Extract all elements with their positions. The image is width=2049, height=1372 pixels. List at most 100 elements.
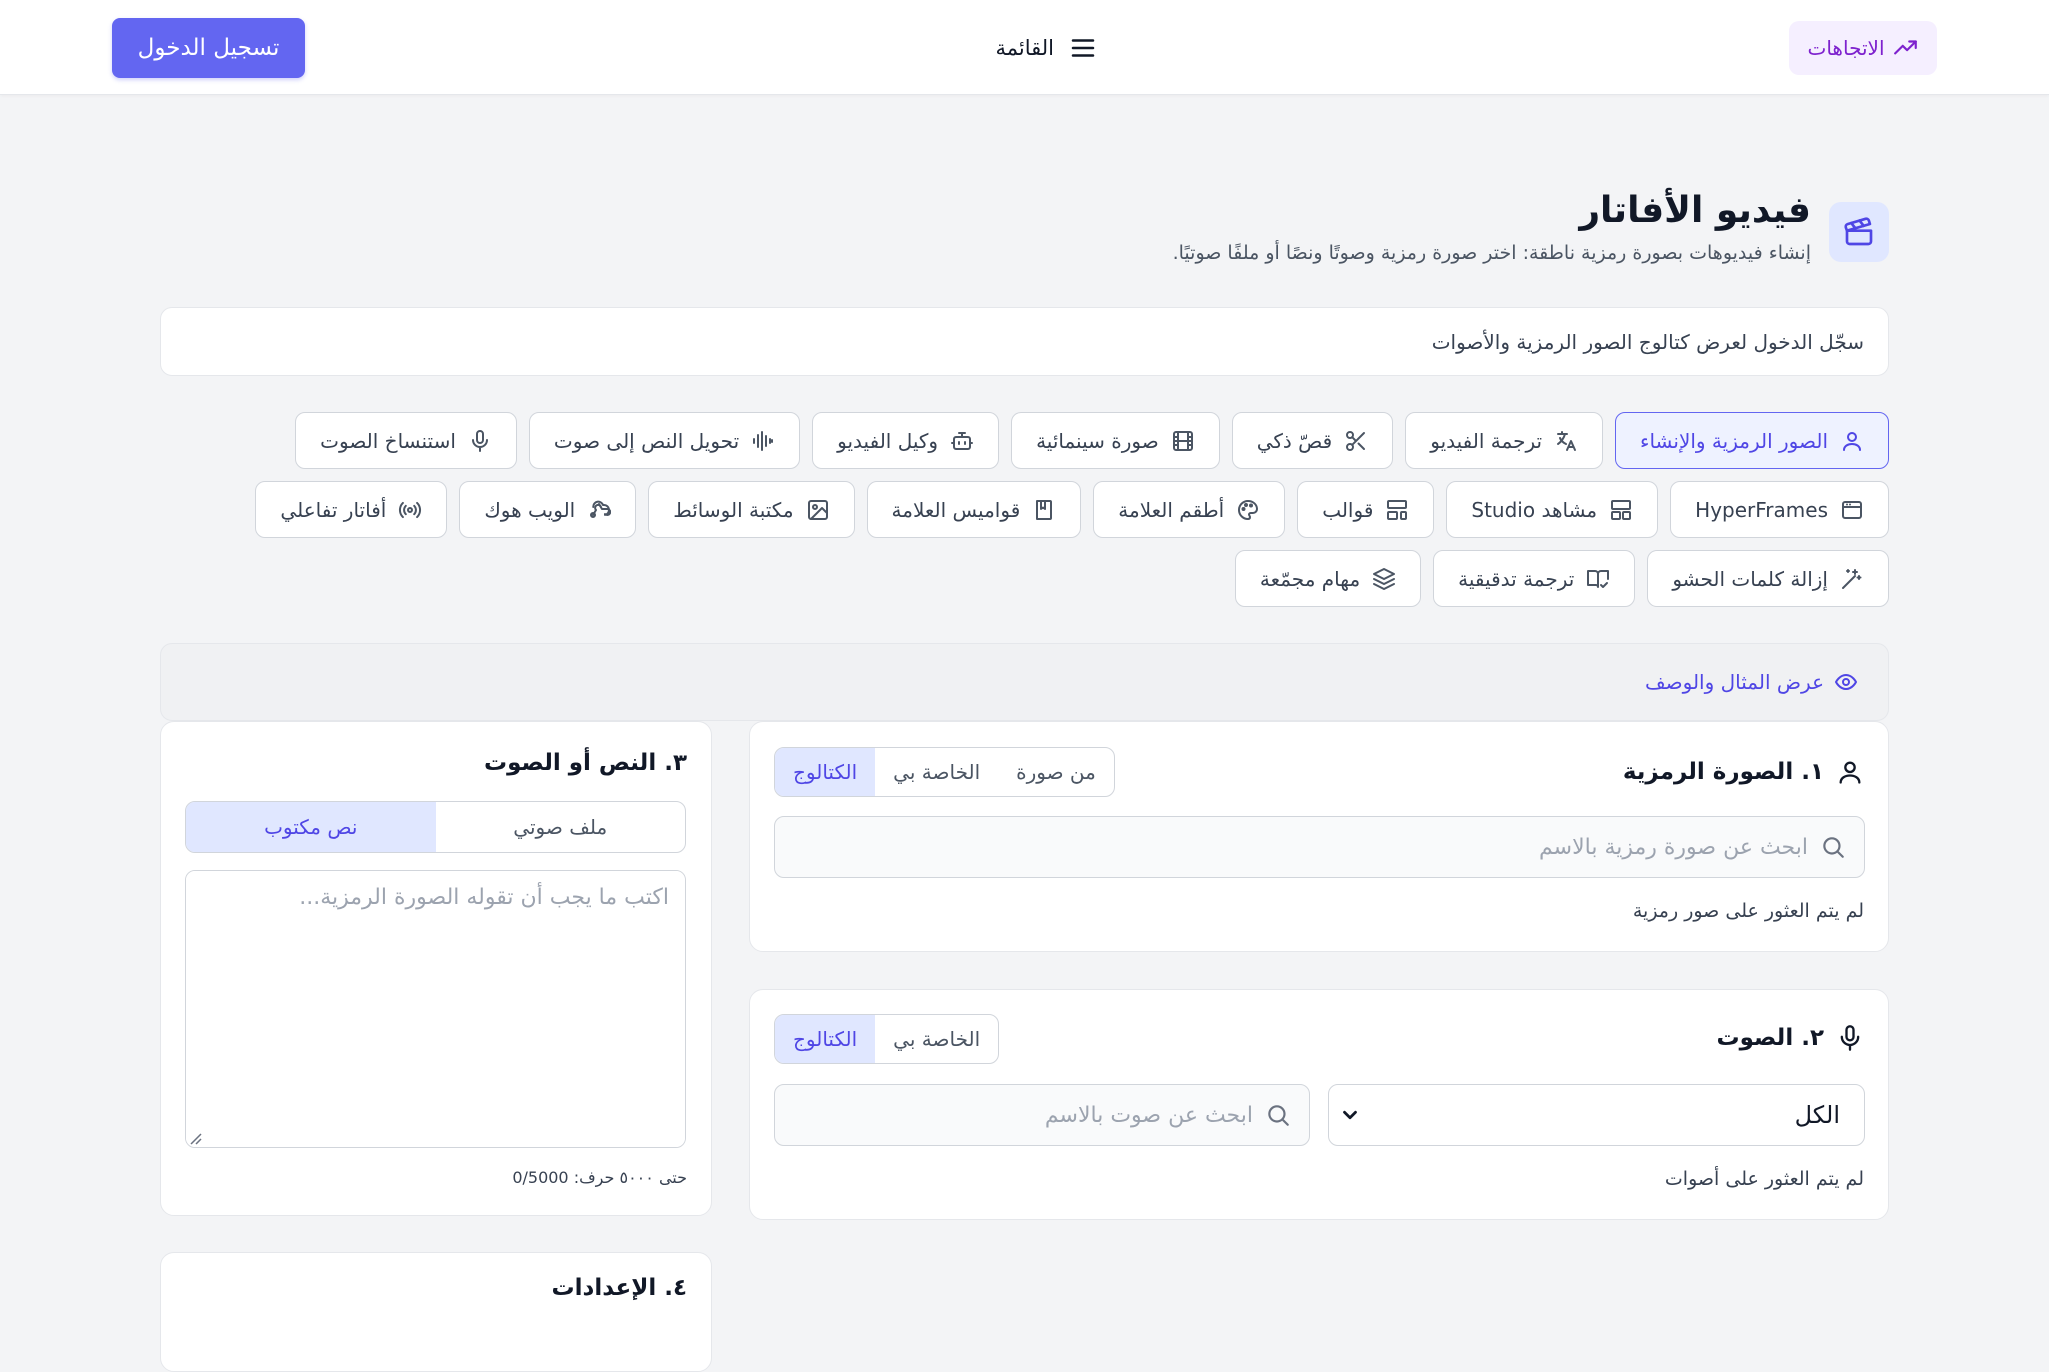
- scissors-icon: [1344, 429, 1368, 453]
- book-icon: [1032, 498, 1056, 522]
- tab-label: HyperFrames: [1695, 497, 1828, 522]
- eye-icon: [1834, 670, 1858, 694]
- tab-row1-1[interactable]: ترجمة الفيديو: [1405, 412, 1604, 469]
- palette-icon: [1236, 498, 1260, 522]
- tab-label: الصور الرمزية والإنشاء: [1640, 428, 1828, 453]
- avatar-source-tabs: من صورة الخاصة بي الكتالوج: [774, 747, 1115, 797]
- tabs-row-2: HyperFrames مشاهد Studio قوالب أطقم العلامة…: [255, 481, 1889, 538]
- book-check-icon: [1586, 567, 1610, 591]
- page-title: فيديو الأفاتار: [1579, 190, 1811, 231]
- voice-search-box: [774, 1084, 1310, 1146]
- tab-label: إزالة كلمات الحشو: [1672, 566, 1828, 591]
- bot-icon: [950, 429, 974, 453]
- tab-label: قصّ ذكي: [1256, 428, 1333, 453]
- tab-row2-2[interactable]: قوالب: [1297, 481, 1435, 538]
- hamburger-menu-icon: [1068, 33, 1098, 63]
- layers-icon: [1372, 567, 1396, 591]
- settings-card-title: ٤. الإعدادات: [551, 1275, 687, 1301]
- tab-label: استنساخ الصوت: [320, 428, 456, 453]
- tab-label: أطقم العلامة: [1118, 497, 1225, 522]
- webhook-icon: [587, 498, 612, 522]
- tab-row2-0[interactable]: HyperFrames: [1670, 481, 1889, 538]
- voice-filter-value: الكل: [1794, 1101, 1840, 1129]
- tab-row1-4[interactable]: وكيل الفيديو: [812, 412, 1000, 469]
- top-header: الاتجاهات القائمة تسجيل الدخول: [0, 0, 2049, 95]
- audio-waveform-icon: [751, 429, 775, 453]
- voice-card-title: ٢. الصوت: [1716, 1024, 1864, 1052]
- voice-search-input[interactable]: [775, 1102, 1253, 1128]
- tab-row3-0[interactable]: إزالة كلمات الحشو: [1647, 550, 1889, 607]
- tab-label: الويب هوك: [484, 497, 576, 522]
- avatar-tab-catalog[interactable]: الكتالوج: [775, 748, 876, 796]
- layout-icon: [1609, 498, 1633, 522]
- clapperboard-icon: [1829, 202, 1889, 262]
- tab-label: صورة سينمائية: [1036, 428, 1159, 453]
- text-card-title: ٣. النص أو الصوت: [484, 750, 687, 776]
- tab-label: وكيل الفيديو: [837, 428, 939, 453]
- script-textarea-wrap: [185, 870, 686, 1148]
- text-tab-written[interactable]: نص مكتوب: [186, 802, 436, 852]
- avatar-tab-from-photo[interactable]: من صورة: [998, 748, 1114, 796]
- tab-row1-0[interactable]: الصور الرمزية والإنشاء: [1615, 412, 1889, 469]
- magic-wand-icon: [1840, 567, 1864, 591]
- avatar-search-box: [774, 816, 1865, 878]
- tab-label: أفاتار تفاعلي: [280, 497, 387, 522]
- tab-label: تحويل النص إلى صوت: [553, 428, 740, 453]
- menu-label: القائمة: [995, 36, 1055, 60]
- tab-row1-5[interactable]: تحويل النص إلى صوت: [528, 412, 801, 469]
- text-source-tabs: ملف صوتي نص مكتوب: [185, 801, 686, 853]
- voice-empty-text: لم يتم العثور على أصوات: [1664, 1168, 1864, 1190]
- tab-row1-3[interactable]: صورة سينمائية: [1011, 412, 1220, 469]
- tab-row1-6[interactable]: استنساخ الصوت: [295, 412, 517, 469]
- tab-label: مشاهد Studio: [1471, 497, 1598, 522]
- trends-button[interactable]: الاتجاهات: [1789, 21, 1937, 75]
- voice-source-tabs: الخاصة بي الكتالوج: [774, 1014, 1000, 1064]
- avatar-tab-mine[interactable]: الخاصة بي: [875, 748, 998, 796]
- login-button[interactable]: تسجيل الدخول: [112, 18, 305, 78]
- image-icon: [806, 498, 830, 522]
- tab-row1-2[interactable]: قصّ ذكي: [1231, 412, 1394, 469]
- script-textarea[interactable]: [186, 871, 685, 1147]
- tab-label: قواميس العلامة: [891, 497, 1021, 522]
- tab-row2-6[interactable]: الويب هوك: [459, 481, 637, 538]
- tab-row2-4[interactable]: قواميس العلامة: [866, 481, 1082, 538]
- tab-label: قوالب: [1322, 497, 1374, 522]
- tabs-row-3: إزالة كلمات الحشو ترجمة تدقيقية مهام مجمّع…: [1234, 550, 1889, 607]
- text-tab-audio-file[interactable]: ملف صوتي: [436, 802, 686, 852]
- tab-label: مهام مجمّعة: [1259, 566, 1361, 591]
- tab-row2-5[interactable]: مكتبة الوسائط: [648, 481, 855, 538]
- tabs-row-1: الصور الرمزية والإنشاء ترجمة الفيديو قصّ ذ…: [295, 412, 1889, 469]
- avatar-search-input[interactable]: [775, 834, 1808, 860]
- translate-icon: [1554, 429, 1578, 453]
- menu-button[interactable]: القائمة: [994, 28, 1098, 68]
- show-example-button[interactable]: عرض المثال والوصف: [160, 643, 1889, 721]
- voice-tab-mine[interactable]: الخاصة بي: [875, 1015, 998, 1063]
- page-subtitle: إنشاء فيديوهات بصورة رمزية ناطقة: اختر ص…: [1172, 242, 1811, 264]
- avatar-card-title: ١. الصورة الرمزية: [1623, 758, 1864, 786]
- microphone-icon: [468, 429, 492, 453]
- chevron-down-icon: [1339, 1104, 1361, 1126]
- char-count: حتى ٥٠٠٠ حرف: 0/5000: [512, 1168, 687, 1187]
- tab-row3-2[interactable]: مهام مجمّعة: [1234, 550, 1422, 607]
- text-card: ٣. النص أو الصوت ملف صوتي نص مكتوب حتى ٥…: [160, 721, 712, 1216]
- resize-handle-icon[interactable]: [188, 1131, 202, 1145]
- microphone-icon: [1836, 1024, 1864, 1052]
- tab-row2-1[interactable]: مشاهد Studio: [1446, 481, 1659, 538]
- tab-label: ترجمة تدقيقية: [1458, 566, 1575, 591]
- avatar-empty-text: لم يتم العثور على صور رمزية: [1632, 900, 1864, 922]
- voice-tab-catalog[interactable]: الكتالوج: [775, 1015, 876, 1063]
- tab-label: مكتبة الوسائط: [673, 497, 794, 522]
- tab-row2-7[interactable]: أفاتار تفاعلي: [255, 481, 448, 538]
- settings-card: ٤. الإعدادات: [160, 1252, 712, 1372]
- browser-window-icon: [1840, 498, 1864, 522]
- tab-row3-1[interactable]: ترجمة تدقيقية: [1433, 550, 1636, 607]
- tab-label: ترجمة الفيديو: [1430, 428, 1543, 453]
- film-icon: [1171, 429, 1195, 453]
- show-example-label: عرض المثال والوصف: [1644, 670, 1824, 694]
- search-icon: [1265, 1102, 1291, 1128]
- tab-row2-3[interactable]: أطقم العلامة: [1093, 481, 1286, 538]
- voice-card: ٢. الصوت الخاصة بي الكتالوج الكل لم يتم …: [749, 989, 1889, 1220]
- broadcast-icon: [398, 498, 422, 522]
- voice-filter-select[interactable]: الكل: [1328, 1084, 1865, 1146]
- login-notice: سجّل الدخول لعرض كتالوج الصور الرمزية وا…: [160, 307, 1889, 376]
